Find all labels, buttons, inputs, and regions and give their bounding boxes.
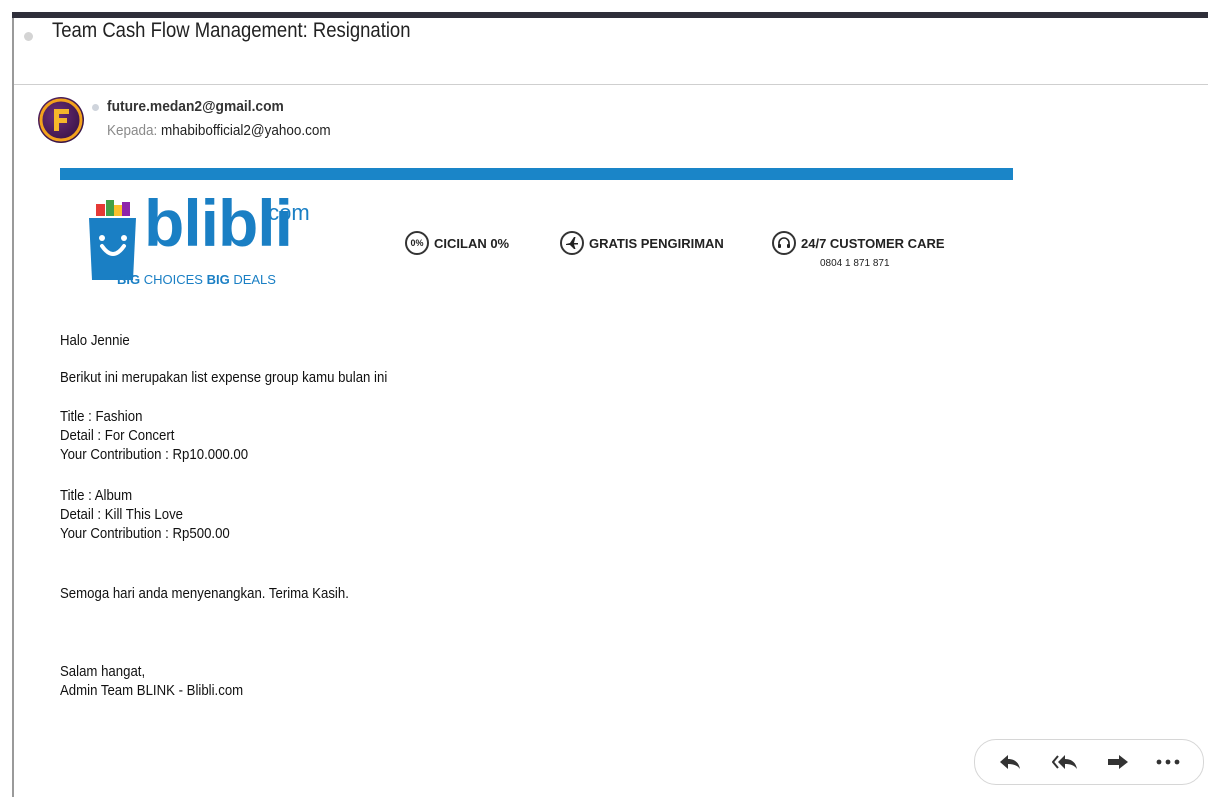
tagline-choices: CHOICES — [140, 272, 207, 287]
sender-status-dot-icon — [92, 104, 99, 111]
headset-icon — [772, 231, 796, 255]
reply-icon[interactable] — [993, 748, 1027, 776]
expense-2-detail: Detail : Kill This Love — [60, 506, 184, 523]
tagline-big-1: BIG — [117, 272, 141, 287]
unread-dot-icon — [24, 32, 33, 41]
reply-all-icon[interactable] — [1048, 748, 1082, 776]
tagline-deals: DEALS — [229, 272, 276, 287]
sender-avatar[interactable] — [38, 97, 84, 143]
message-actions-bar — [974, 739, 1204, 785]
forward-icon[interactable] — [1101, 748, 1135, 776]
airplane-icon — [560, 231, 584, 255]
expense-1-detail: Detail : For Concert — [60, 427, 175, 444]
signoff: Salam hangat, — [60, 663, 146, 680]
expense-1-contribution: Your Contribution : Rp10.000.00 — [60, 446, 249, 463]
logo-tagline: BIG CHOICES BIG DEALS — [117, 272, 276, 287]
feature-customer-care: 24/7 CUSTOMER CARE — [772, 231, 945, 255]
sender-address[interactable]: future.medan2@gmail.com — [107, 98, 284, 115]
recipient-label: Kepada: — [107, 122, 158, 139]
feature-label: GRATIS PENGIRIMAN — [589, 235, 724, 251]
email-subject: Team Cash Flow Management: Resignation — [52, 19, 411, 42]
expense-2-title: Title : Album — [60, 487, 133, 504]
zero-percent-icon: 0% — [405, 231, 429, 255]
greeting: Halo Jennie — [60, 332, 130, 349]
avatar-f-logo-icon — [39, 98, 83, 142]
customer-care-phone: 0804 1 871 871 — [820, 258, 890, 269]
intro-text: Berikut ini merupakan list expense group… — [60, 369, 388, 386]
banner-accent-bar — [60, 168, 1013, 180]
feature-cicilan: 0% CICILAN 0% — [405, 231, 509, 255]
feature-label: CICILAN 0% — [434, 235, 510, 251]
expense-2-contribution: Your Contribution : Rp500.00 — [60, 525, 230, 542]
logo-suffix: .com — [262, 200, 310, 225]
closing-text: Semoga hari anda menyenangkan. Terima Ka… — [60, 585, 349, 602]
tagline-big-2: BIG — [206, 272, 230, 287]
signature: Admin Team BLINK - Blibli.com — [60, 682, 244, 699]
more-icon[interactable] — [1151, 748, 1185, 776]
expense-1-title: Title : Fashion — [60, 408, 143, 425]
window-left-border — [12, 18, 14, 797]
recipient-address[interactable]: mhabibofficial2@yahoo.com — [161, 122, 331, 139]
blibli-logo[interactable]: blibli .com BIG CHOICES BIG DEALS — [86, 190, 326, 292]
recipient-line: Kepada: mhabibofficial2@yahoo.com — [107, 122, 331, 139]
feature-label: 24/7 CUSTOMER CARE — [801, 235, 945, 251]
feature-shipping: GRATIS PENGIRIMAN — [560, 231, 724, 255]
